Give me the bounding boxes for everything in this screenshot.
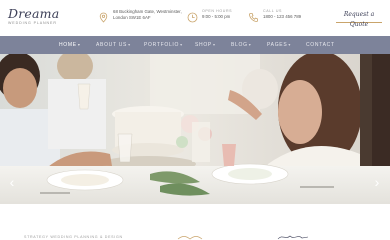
chevron-down-icon: ▾ — [128, 42, 131, 47]
nav-portfolio-label: PORTFOLIO — [144, 42, 180, 48]
chevron-down-icon: ▾ — [77, 42, 81, 47]
address-line-2: London SW1E 6AF — [113, 14, 151, 20]
main-nav: HOME▾ ABOUT US▾ PORTFOLIO▾ SHOP▾ BLOG▾ P… — [0, 36, 390, 54]
nav-portfolio[interactable]: PORTFOLIO▾ — [144, 36, 183, 54]
nav-contact-label: CONTACT — [306, 42, 335, 48]
nav-pages-label: PAGES — [267, 42, 288, 48]
request-quote-button[interactable]: Request a Quote — [336, 10, 382, 28]
location-pin-icon — [98, 10, 109, 23]
hours-value: 9:00 - 5:00 pm — [202, 14, 231, 19]
logo-name: Dreama — [8, 6, 60, 21]
nav-home-label: HOME — [59, 42, 77, 48]
nav-about-label: ABOUT US — [96, 42, 128, 48]
nav-blog[interactable]: BLOG▾ — [231, 36, 251, 54]
nav-pages[interactable]: PAGES▾ — [267, 36, 291, 54]
chevron-down-icon: ▾ — [248, 42, 252, 47]
hero-slider: ‹ › — [0, 54, 390, 204]
site-header: Dreama WEDDING PLANNER 68 Buckingham Gat… — [0, 0, 390, 36]
nav-contact[interactable]: CONTACT — [306, 36, 335, 54]
hours-info: OPEN HOURS 9:00 - 5:00 pm — [187, 9, 232, 23]
slider-prev-arrow-icon[interactable]: ‹ — [6, 172, 18, 192]
clock-icon — [187, 10, 198, 23]
nav-shop[interactable]: SHOP▾ — [195, 36, 216, 54]
call-info: CALL US 1800 - 123 456 789 — [248, 9, 301, 22]
call-value[interactable]: 1800 - 123 456 789 — [263, 14, 301, 20]
chevron-down-icon: ▾ — [180, 42, 183, 47]
nav-blog-label: BLOG — [231, 42, 248, 48]
slider-next-arrow-icon[interactable]: › — [371, 172, 383, 192]
ornament-icon — [177, 236, 203, 240]
logo[interactable]: Dreama WEDDING PLANNER — [8, 6, 60, 25]
chevron-down-icon: ▾ — [212, 42, 216, 47]
script-heading-icon — [277, 235, 309, 240]
address-info: 68 Buckingham Gate, Westminster, London … — [98, 9, 182, 23]
nav-home[interactable]: HOME▾ — [59, 36, 81, 54]
intro-section: STRATEGY WEDDING PLANNING & DESIGN — [0, 204, 390, 240]
nav-shop-label: SHOP — [195, 42, 212, 48]
address-line-1: 68 Buckingham Gate, Westminster, — [113, 9, 182, 14]
phone-icon — [248, 10, 259, 22]
hero-image — [0, 54, 390, 204]
logo-tagline: WEDDING PLANNER — [8, 21, 57, 25]
intro-caption: STRATEGY WEDDING PLANNING & DESIGN — [24, 235, 123, 239]
nav-about[interactable]: ABOUT US▾ — [96, 36, 131, 54]
chevron-down-icon: ▾ — [288, 42, 292, 47]
